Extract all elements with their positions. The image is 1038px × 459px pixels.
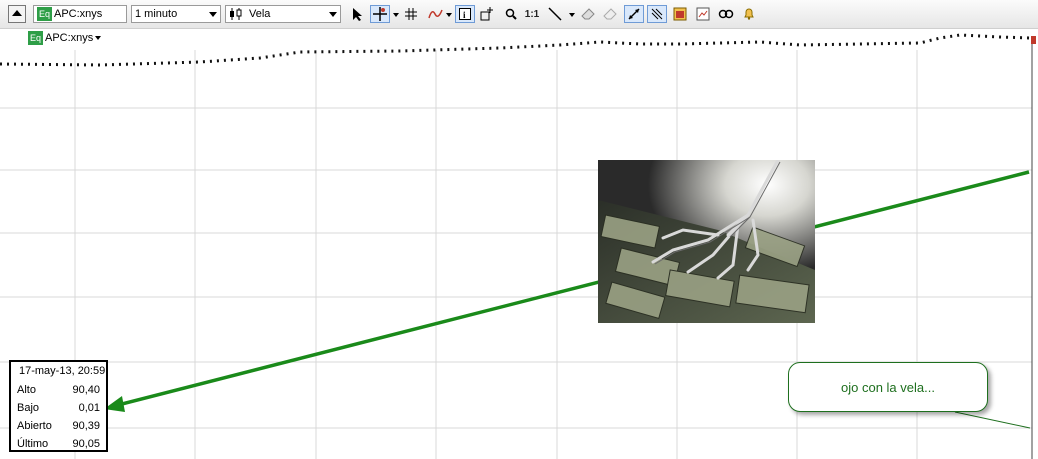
line-tool-dropdown-icon[interactable] (569, 13, 575, 17)
data-window-timestamp: 17-may-13, 20:59 (19, 365, 106, 377)
crosshair-dropdown-icon[interactable] (393, 13, 399, 17)
data-window-row: Abierto 90,39 (11, 417, 106, 435)
alert-bell-icon[interactable] (739, 5, 759, 23)
indicator-dropdown-icon[interactable] (446, 13, 452, 17)
zoom-icon[interactable] (501, 5, 521, 23)
add-window-icon[interactable] (477, 5, 497, 23)
pointer-icon[interactable] (347, 5, 367, 23)
data-window-value: 90,39 (72, 420, 100, 432)
chart-toolbar: Eq APC:xnys 1 minuto Vela i 1:1 (0, 0, 1038, 29)
chart-style-select-value: Vela (249, 8, 271, 20)
template-icon[interactable] (670, 5, 690, 23)
data-window-label: Alto (17, 384, 36, 396)
info-icon[interactable]: i (455, 5, 475, 23)
grid-icon[interactable] (401, 5, 421, 23)
data-window-label: Abierto (17, 420, 52, 432)
image-export-icon[interactable] (693, 5, 713, 23)
chart-symbol-label[interactable]: Eq APC:xnys (28, 31, 102, 45)
chevron-down-icon (329, 12, 337, 17)
eraser-all-icon[interactable] (600, 5, 620, 23)
line-tool-icon[interactable] (545, 5, 565, 23)
bubble-pointer (954, 411, 1031, 429)
data-window-row: Último 90,05 (11, 435, 106, 453)
data-window-row: Alto 90,40 (11, 381, 106, 399)
eraser-icon[interactable] (578, 5, 598, 23)
robot-hand-money-image (598, 160, 815, 323)
chart-style-select[interactable]: Vela (225, 5, 341, 23)
chart-symbol-text: APC:xnys (45, 32, 94, 44)
data-window-value: 90,05 (72, 438, 100, 450)
symbol-input[interactable]: Eq APC:xnys (33, 5, 127, 23)
data-window: 17-may-13, 20:59 Alto 90,40 Bajo 0,01 Ab… (9, 360, 108, 452)
annotation-callout[interactable]: ojo con la vela... (788, 362, 988, 412)
last-price-marker (1031, 36, 1036, 44)
crosshair-sync-icon[interactable] (647, 5, 667, 23)
data-window-value: 90,40 (72, 384, 100, 396)
link-icon[interactable] (716, 5, 736, 23)
interval-select-value: 1 minuto (135, 8, 178, 20)
data-window-label: Último (17, 438, 49, 450)
interval-select[interactable]: 1 minuto (131, 5, 221, 23)
zoom-reset-button[interactable]: 1:1 (522, 5, 542, 23)
price-line (0, 33, 1031, 67)
data-window-value: 0,01 (78, 402, 100, 414)
annotation-text: ojo con la vela... (841, 379, 935, 395)
crosshair-icon[interactable] (370, 5, 390, 23)
auto-scale-icon[interactable] (624, 5, 644, 23)
symbol-input-value: APC:xnys (54, 8, 103, 20)
equity-badge-icon: Eq (28, 31, 43, 45)
collapse-icon[interactable] (8, 5, 26, 23)
data-window-label: Bajo (17, 402, 40, 414)
candle-icon (230, 8, 242, 20)
equity-badge-icon: Eq (37, 7, 52, 21)
data-window-row: Bajo 0,01 (11, 399, 106, 417)
chevron-down-icon (209, 12, 217, 17)
chevron-down-icon (95, 36, 102, 40)
indicator-icon[interactable] (426, 5, 446, 23)
